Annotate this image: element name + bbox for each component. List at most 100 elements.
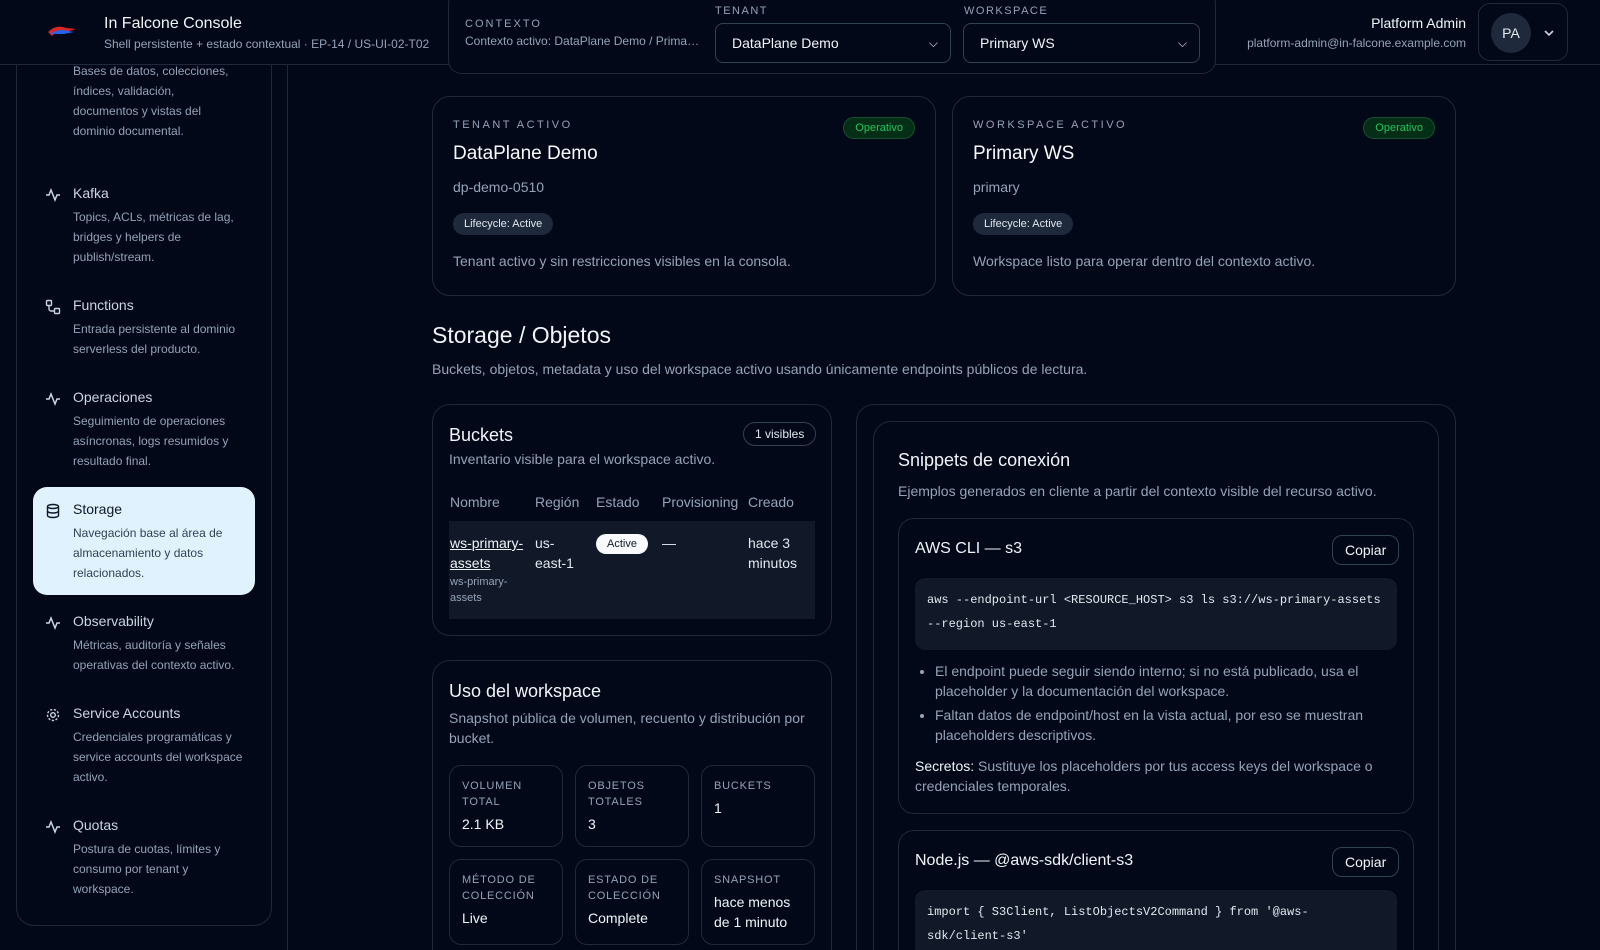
column-header: Nombre — [450, 494, 500, 510]
sidebar-item-label: Operaciones — [73, 389, 153, 405]
usage-subtitle: Snapshot pública de volumen, recuento y … — [449, 708, 805, 748]
tenant-select[interactable]: DataPlane Demo ⌵ — [715, 23, 951, 63]
context-label: CONTEXTO — [465, 18, 542, 30]
stat-label: TOTAL — [462, 796, 501, 808]
stat-label: BUCKETS — [714, 780, 772, 792]
bucket-provisioning: — — [662, 535, 676, 551]
stat-label: SNAPSHOT — [714, 874, 781, 886]
secrets-text: Sustituye los placeholders por tus acces… — [915, 758, 1373, 794]
sidebar-item-functions[interactable]: Functions Entrada persistente al dominio… — [33, 283, 255, 371]
column-header: Creado — [748, 494, 794, 510]
bucket-id-line: ws-primary- — [450, 576, 508, 588]
sidebar-item-operaciones[interactable]: Operaciones Seguimiento de operaciones a… — [33, 375, 255, 483]
stat-value: Live — [462, 910, 488, 926]
sidebar-item-label: Kafka — [73, 185, 109, 201]
snippets-title: Snippets de conexión — [898, 450, 1071, 470]
status-badge: Operativo — [843, 117, 915, 139]
stat-value: de 1 minuto — [714, 914, 788, 930]
stat-buckets: BUCKETS 1 — [701, 765, 815, 847]
buckets-title: Buckets — [449, 425, 514, 445]
bucket-region-line: us- — [535, 535, 555, 551]
note-item: El endpoint puede seguir siendo interno;… — [935, 661, 1397, 701]
sidebar-item-service-accounts[interactable]: Service Accounts Credenciales programáti… — [33, 691, 255, 799]
app-title: In Falcone Console — [104, 15, 242, 32]
bucket-created: hace 3 minutos — [748, 533, 797, 573]
tenant-slug: dp-demo-0510 — [453, 179, 545, 195]
user-name: Platform Admin — [1371, 15, 1466, 31]
usage-title: Uso del workspace — [449, 681, 602, 701]
context-switcher: CONTEXTO Contexto activo: DataPlane Demo… — [448, 0, 1216, 74]
page-lead: Buckets, objetos, metadata y uso del wor… — [432, 361, 1088, 377]
stat-value: hace menos — [714, 894, 791, 910]
bucket-id: ws-primary- assets — [450, 574, 507, 606]
tenant-name: DataPlane Demo — [453, 143, 598, 164]
sidebar-item-desc: Postura de cuotas, límites y consumo por… — [73, 842, 221, 896]
sidebar-item-label: Service Accounts — [73, 705, 181, 721]
workspace-slug: primary — [973, 179, 1020, 195]
stat-objects: OBJETOS TOTALES 3 — [575, 765, 689, 847]
sidebar-item-label: Observability — [73, 613, 154, 629]
sidebar-item-label: Storage — [73, 501, 123, 517]
snippets-subtitle: Ejemplos generados en cliente a partir d… — [898, 483, 1377, 499]
stat-label: MÉTODO DE — [462, 874, 536, 886]
bucket-name-link[interactable]: ws-primary- assets — [450, 533, 523, 573]
sidebar-item-desc: Métricas, auditoría y señales operativas… — [73, 638, 235, 672]
workflow-icon — [45, 299, 61, 315]
activity-icon — [46, 615, 60, 631]
sidebar-item-desc: Navegación base al área de almacenamient… — [73, 526, 223, 580]
tenant-label: TENANT — [715, 5, 768, 17]
sidebar-item-desc: Credenciales programáticas y service acc… — [73, 730, 243, 784]
usage-subtitle-line: Snapshot pública de volumen, recuento y … — [449, 710, 805, 726]
sidebar-item-desc: Bases de datos, colecciones, índices, va… — [73, 64, 229, 138]
user-menu-button[interactable]: PA — [1478, 3, 1568, 61]
copy-button[interactable]: Copiar — [1332, 535, 1400, 565]
lifecycle-badge: Lifecycle: Active — [973, 213, 1074, 235]
tenant-desc: Tenant activo y sin restricciones visibl… — [453, 253, 791, 269]
sidebar-item-desc: Seguimiento de operaciones asíncronas, l… — [73, 414, 229, 468]
bucket-created-line: minutos — [748, 555, 798, 571]
topbar: In Falcone Console Shell persistente + e… — [0, 0, 1600, 74]
stat-label: VOLUMEN — [462, 780, 522, 792]
sidebar-item-observability[interactable]: Observability Métricas, auditoría y seña… — [33, 599, 255, 687]
stat-volume: VOLUMEN TOTAL 2.1 KB — [449, 765, 563, 847]
bucket-region: us- east-1 — [535, 533, 574, 573]
stat-collection-status: ESTADO DE COLECCIÓN Complete — [575, 859, 689, 945]
activity-icon — [46, 187, 60, 203]
context-value: Contexto activo: DataPlane Demo / Primar… — [465, 34, 701, 48]
stat-value: 2.1 KB — [462, 816, 505, 832]
bucket-name-line: assets — [450, 555, 491, 571]
sidebar-item-storage[interactable]: Storage Navegación base al área de almac… — [33, 487, 255, 595]
stat-label: COLECCIÓN — [462, 890, 535, 902]
note-item: Faltan datos de endpoint/host en la vist… — [935, 705, 1397, 745]
falcone-logo — [48, 26, 76, 36]
buckets-count-badge: 1 visibles — [743, 422, 817, 446]
stat-value: 1 — [714, 800, 722, 816]
bucket-created-line: hace 3 — [748, 535, 791, 551]
node-snippet-title: Node.js — @aws-sdk/client-s3 — [915, 852, 1134, 869]
sidebar-item-label: Functions — [73, 297, 134, 313]
workspace-desc: Workspace listo para operar dentro del c… — [973, 253, 1316, 269]
user-email: platform-admin@in-falcone.example.com — [1247, 36, 1466, 50]
sidebar-item-desc: Topics, ACLs, métricas de lag, bridges y… — [73, 210, 234, 264]
copy-button[interactable]: Copiar — [1332, 847, 1400, 877]
tenant-select-value: DataPlane Demo — [732, 35, 839, 51]
workspace-select[interactable]: Primary WS ⌵ — [963, 23, 1200, 63]
snippet-notes: El endpoint puede seguir siendo interno;… — [915, 661, 1397, 749]
sidebar-column: Bases de datos, colecciones, índices, va… — [0, 0, 288, 950]
chevron-down-icon: ⌵ — [1177, 36, 1187, 50]
activity-icon — [46, 391, 60, 407]
usage-subtitle-line: bucket. — [449, 730, 495, 746]
aws-snippet-title: AWS CLI — s3 — [915, 540, 1022, 557]
workspace-label: WORKSPACE — [964, 5, 1049, 17]
activity-icon — [46, 819, 60, 835]
sidebar-item-quotas[interactable]: Quotas Postura de cuotas, límites y cons… — [33, 803, 255, 911]
sidebar-nav: Bases de datos, colecciones, índices, va… — [16, 20, 272, 926]
node-code: import { S3Client, ListObjectsV2Command … — [915, 890, 1397, 950]
sidebar-item-kafka[interactable]: Kafka Topics, ACLs, métricas de lag, bri… — [33, 171, 255, 279]
sidebar-item-desc: Entrada persistente al dominio serverles… — [73, 322, 236, 356]
stat-collection-method: MÉTODO DE COLECCIÓN Live — [449, 859, 563, 945]
page-title: Storage / Objetos — [432, 322, 611, 348]
aws-cli-code: aws --endpoint-url <RESOURCE_HOST> s3 ls… — [915, 578, 1397, 650]
column-header: Provisioning — [662, 494, 739, 510]
lifecycle-badge: Lifecycle: Active — [453, 213, 554, 235]
